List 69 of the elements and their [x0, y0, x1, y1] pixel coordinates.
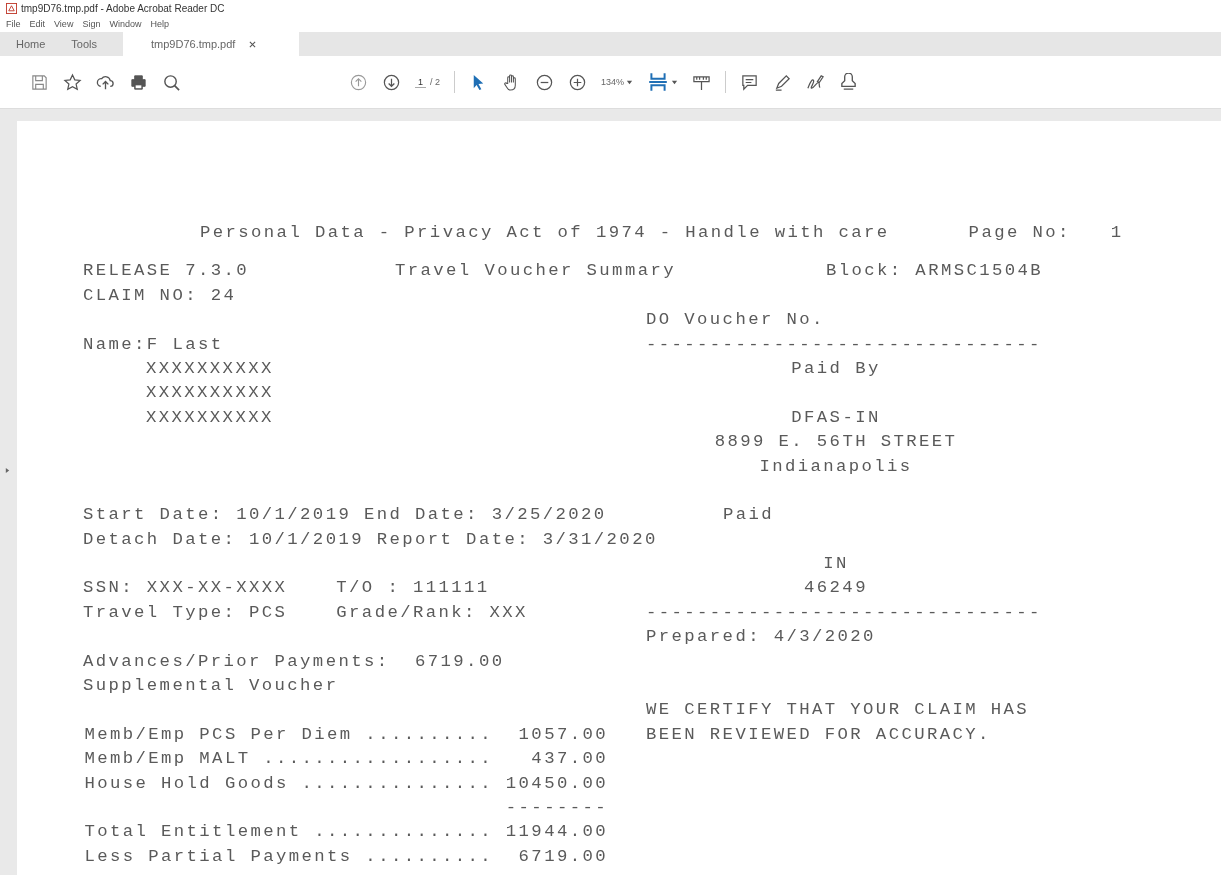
page-label: Page No:	[968, 222, 1071, 244]
tab[interactable]: tmp9D76.tmp.pdf	[123, 32, 300, 56]
voucher-text: Less Partial Payments .......... 6719.00	[83, 845, 608, 868]
voucher-text: Paid By	[790, 357, 882, 380]
pdf-file-icon	[6, 3, 17, 14]
print-icon[interactable]	[129, 72, 148, 92]
pen-icon[interactable]	[773, 72, 793, 92]
voucher-text: DFAS-IN	[790, 406, 882, 429]
report-title: Travel Voucher Summary	[395, 260, 676, 283]
tab[interactable]: Tools	[61, 32, 114, 56]
release-number: RELEASE 7.3.0	[83, 260, 249, 283]
voucher-text: Name:F Last	[83, 333, 224, 356]
tab[interactable]: Home	[6, 32, 62, 56]
stamp-icon[interactable]	[839, 72, 859, 92]
zoom-dropdown[interactable]: 134%	[601, 77, 625, 87]
menu-item[interactable]: Edit	[29, 19, 46, 29]
block-code: Block: ARMSC1504B	[825, 260, 1044, 283]
privacy-notice: Personal Data - Privacy Act of 1974 - Handle with care	[200, 222, 890, 244]
voucher-text: DO Voucher No.	[646, 309, 825, 332]
star-icon[interactable]	[63, 72, 82, 92]
voucher-text: 8899 E. 56TH STREET	[713, 431, 959, 454]
voucher-text: Prepared: 4/3/2020	[646, 626, 876, 649]
voucher-text: SSN: XXX-XX-XXXX	[83, 577, 288, 600]
window-title: tmp9D76.tmp.pdf - Adobe Acrobat Reader DC	[21, 3, 225, 14]
voucher-text: BEEN REVIEWED FOR ACCURACY.	[646, 723, 991, 746]
voucher-text: -------------------------------	[646, 333, 1042, 356]
voucher-text: Travel Type: PCS	[83, 601, 288, 624]
caret-icon[interactable]	[671, 78, 679, 86]
menu-item[interactable]: View	[54, 19, 74, 29]
page-total: / 2	[430, 77, 441, 87]
voucher-text: Detach Date: 10/1/2019 Report Date: 3/31/2020	[83, 528, 658, 551]
signature-icon[interactable]	[806, 72, 826, 92]
voucher-text: -------------------------------	[646, 601, 1042, 624]
voucher-text: WE CERTIFY THAT YOUR CLAIM HAS	[646, 699, 1030, 722]
voucher-text: Memb/Emp MALT .................. 437.00	[83, 748, 608, 771]
voucher-text: Indianapolis	[758, 455, 914, 478]
caret-icon[interactable]	[626, 78, 634, 86]
voucher-text: XXXXXXXXXX	[146, 406, 274, 429]
previous-page-icon[interactable]	[349, 72, 368, 92]
fit-page-icon[interactable]	[647, 71, 670, 93]
voucher-text: Supplemental Voucher	[83, 675, 339, 698]
voucher-text: Grade/Rank: XXX	[336, 601, 528, 624]
voucher-text: XXXXXXXXXX	[146, 382, 274, 405]
voucher-text: CLAIM NO: 24	[83, 284, 237, 307]
zoom-out-icon[interactable]	[535, 72, 555, 92]
next-page-icon[interactable]	[382, 72, 401, 92]
voucher-text: Paid	[723, 504, 775, 527]
zoom-in-icon[interactable]	[568, 72, 588, 92]
voucher-text: XXXXXXXXXX	[146, 357, 274, 380]
menu-item[interactable]: Help	[150, 19, 169, 29]
save-icon[interactable]	[30, 72, 49, 92]
page-number: 1	[1110, 222, 1124, 244]
page-number-field[interactable]: 1	[415, 76, 426, 88]
menu-item[interactable]: File	[6, 19, 21, 29]
voucher-text: Start Date: 10/1/2019 End Date: 3/25/2020	[83, 504, 607, 527]
menu-item[interactable]: Sign	[82, 19, 101, 29]
voucher-text: --------	[504, 797, 608, 819]
voucher-text: Total Entitlement .............. 11944.00	[83, 821, 608, 844]
search-icon[interactable]	[162, 72, 181, 92]
voucher-text: 46249	[803, 577, 869, 600]
voucher-text: Memb/Emp PCS Per Diem .......... 1057.00	[83, 723, 608, 746]
expand-arrow-icon[interactable]	[5, 467, 10, 474]
comment-icon[interactable]	[740, 72, 760, 92]
menu-item[interactable]: Window	[109, 19, 142, 29]
voucher-text: Advances/Prior Payments: 6719.00	[83, 650, 505, 673]
voucher-text: House Hold Goods ............... 10450.00	[83, 772, 608, 795]
voucher-text: IN	[822, 553, 850, 576]
close-icon[interactable]	[249, 40, 257, 48]
voucher-text: T/O : 111111	[336, 577, 490, 600]
